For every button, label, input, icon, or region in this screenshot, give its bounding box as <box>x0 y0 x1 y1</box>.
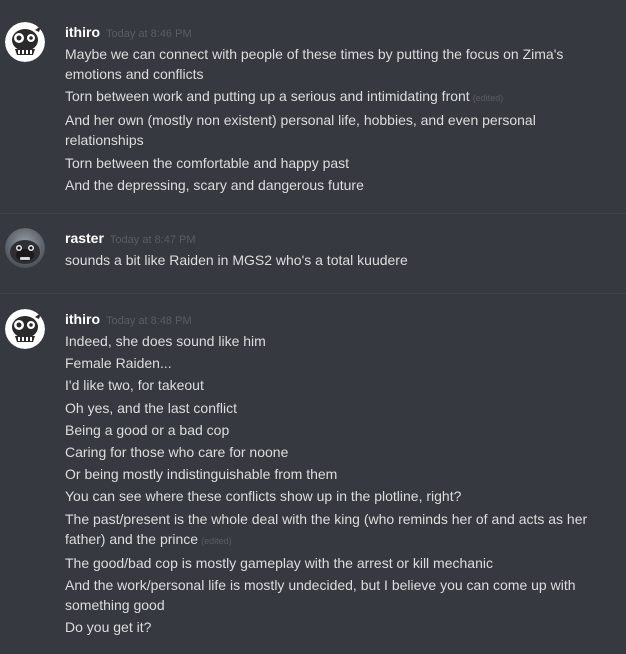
message-text: I'd like two, for takeout <box>65 377 204 394</box>
edited-label: (edited) <box>472 93 504 104</box>
message-list: sounds a bit like Raiden in MGS2 who's a… <box>65 250 606 272</box>
message-text: And the work/personal life is mostly und… <box>65 576 576 613</box>
message-text: The good/bad cop is mostly gameplay with… <box>65 554 493 571</box>
message-text: And her own (mostly non existent) person… <box>65 112 536 149</box>
message-text: Caring for those who care for noone <box>65 443 289 460</box>
message-text: Maybe we can connect with people of thes… <box>65 46 564 82</box>
message-list: Maybe we can connect with people of thes… <box>65 44 606 197</box>
skull-avatar-icon[interactable] <box>5 22 45 62</box>
message-text: Indeed, she does sound like him <box>65 333 266 349</box>
message-text: You can see where these conflicts show u… <box>65 488 462 505</box>
message-text: sounds a bit like Raiden in MGS2 who's a… <box>65 252 408 268</box>
message-text: Oh yes, and the last conflict <box>65 399 237 416</box>
chat-message-list: ithiro Today at 8:46 PM Maybe we can conn… <box>0 0 626 654</box>
message-header: ithiro Today at 8:48 PM <box>65 309 192 331</box>
edited-label: (edited) <box>201 535 232 546</box>
message-divider <box>0 213 626 214</box>
message-text: Or being mostly indistinguishable from t… <box>65 466 338 483</box>
timestamp: Today at 8:46 PM <box>106 28 192 40</box>
skull-avatar-icon[interactable] <box>5 309 45 349</box>
message-text: And the depressing, scary and dangerous … <box>65 176 364 193</box>
message-text: Being a good or a bad cop <box>65 421 230 438</box>
timestamp: Today at 8:47 PM <box>109 234 196 246</box>
username[interactable]: ithiro <box>65 311 100 327</box>
message-header: ithiro Today at 8:46 PM <box>65 22 192 44</box>
message-text: Do you get it? <box>65 619 152 636</box>
timestamp: Today at 8:48 PM <box>106 315 192 327</box>
dog-photo-avatar-icon[interactable] <box>5 228 45 268</box>
message-text: Torn between the comfortable and happy p… <box>65 154 350 171</box>
message-text: The past/present is the whole deal with … <box>65 510 588 547</box>
message-list: Indeed, she does sound like him Female R… <box>65 331 606 639</box>
message-header: raster Today at 8:47 PM <box>65 228 196 250</box>
message-divider <box>0 293 626 294</box>
username[interactable]: ithiro <box>65 24 100 40</box>
username[interactable]: raster <box>65 230 104 246</box>
message-text: Female Raiden... <box>65 355 172 372</box>
message-text: Torn between work and putting up a serio… <box>65 88 504 105</box>
